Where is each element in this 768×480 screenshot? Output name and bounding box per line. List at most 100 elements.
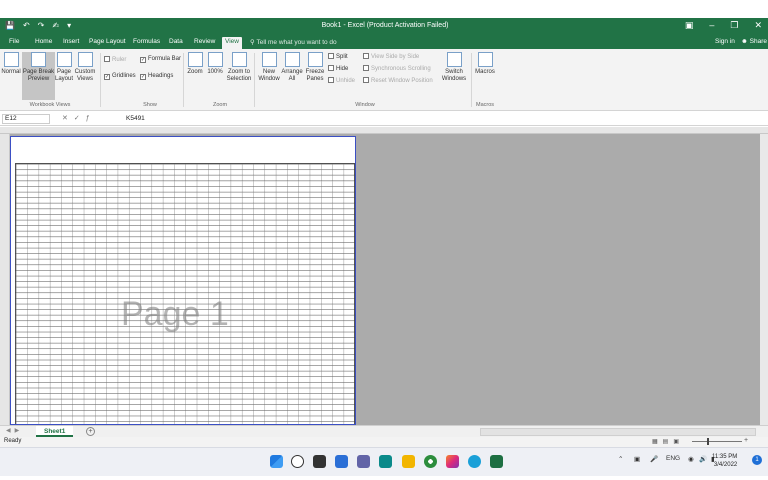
cancel-icon[interactable]: ✕ xyxy=(62,115,74,122)
add-sheet-icon[interactable]: + xyxy=(86,427,95,436)
gridlines-checkbox[interactable]: ✓ Gridlines xyxy=(104,73,136,80)
task-view-icon[interactable] xyxy=(313,455,326,468)
ribbon-display-icon[interactable]: ▣ xyxy=(685,20,694,31)
window-controls: ▣ – ❐ ✕ xyxy=(685,20,762,31)
zoom-icon xyxy=(187,52,203,67)
unhide-button[interactable]: Unhide xyxy=(328,77,355,84)
headings-checkbox[interactable]: ✓ Headings xyxy=(140,73,173,80)
zoom-label: Zoom xyxy=(187,69,203,75)
zoom-to-selection-button[interactable]: Zoom to Selection xyxy=(226,52,252,83)
restore-icon[interactable]: ❐ xyxy=(730,20,738,31)
chrome-icon[interactable] xyxy=(424,455,437,468)
sign-in-link[interactable]: Sign in xyxy=(715,38,735,45)
custom-views-button[interactable]: Custom Views xyxy=(74,52,96,83)
instagram-icon[interactable] xyxy=(446,455,459,468)
normal-view-button[interactable]: Normal xyxy=(1,52,21,76)
zoom-100-button[interactable]: 100% xyxy=(206,52,224,76)
freeze-panes-icon xyxy=(307,52,323,67)
sheet-tab[interactable]: Sheet1 xyxy=(36,426,74,437)
page-break-icon xyxy=(31,52,46,67)
touch-icon[interactable]: ✍ xyxy=(52,21,59,30)
macros-button[interactable]: Macros xyxy=(474,52,496,76)
notification-badge[interactable]: 1 xyxy=(752,455,762,465)
group-separator xyxy=(100,53,101,107)
widgets-icon[interactable] xyxy=(335,455,348,468)
view-side-by-side-button[interactable]: View Side by Side xyxy=(363,53,419,60)
close-icon[interactable]: ✕ xyxy=(754,20,762,31)
page-layout-view-button[interactable]: Page Layout xyxy=(55,52,73,83)
group-workbook-views: Workbook Views xyxy=(29,102,71,108)
excel-taskbar-icon[interactable] xyxy=(490,455,503,468)
share-button[interactable]: ☻ Share xyxy=(741,38,767,45)
ruler-box xyxy=(104,56,110,62)
windows-start-icon[interactable] xyxy=(270,455,283,468)
hide-button[interactable]: Hide xyxy=(328,65,348,72)
reset-window-position-button[interactable]: Reset Window Position xyxy=(363,77,433,84)
search-icon[interactable] xyxy=(291,455,304,468)
wifi-icon[interactable]: ◉ xyxy=(688,455,694,463)
tab-insert[interactable]: Insert xyxy=(60,37,82,49)
group-separator xyxy=(254,53,255,107)
customize-icon[interactable]: ▾ xyxy=(67,21,71,30)
window-title: Book1 - Excel (Product Activation Failed… xyxy=(321,22,449,29)
edge-icon[interactable] xyxy=(468,455,481,468)
tab-page-layout[interactable]: Page Layout xyxy=(86,37,129,49)
redo-icon[interactable]: ↷ xyxy=(38,21,45,30)
formula-bar-checkbox[interactable]: ✓ Formula Bar xyxy=(140,56,181,63)
fx-icon[interactable]: ƒ xyxy=(86,115,96,122)
freeze-panes-button[interactable]: Freeze Panes xyxy=(304,52,326,83)
tab-formulas[interactable]: Formulas xyxy=(130,37,163,49)
printed-page[interactable]: ​ Page 1 xyxy=(10,136,356,425)
unhide-label: Unhide xyxy=(336,78,356,84)
worksheet-area[interactable]: ​ Page 1 xyxy=(0,127,768,425)
quick-access-toolbar: 💾 ↶ ↷ ✍ ▾ xyxy=(5,21,71,30)
page-break-preview-button[interactable]: Page Break Preview xyxy=(22,52,55,100)
sync-scroll-label: Synchronous Scrolling xyxy=(371,66,431,72)
tell-me-search[interactable]: ⚲ Tell me what you want to do xyxy=(250,38,337,46)
name-box[interactable]: E12 xyxy=(2,114,50,124)
split-icon xyxy=(328,53,334,59)
tab-view[interactable]: View xyxy=(222,37,242,49)
volume-icon[interactable]: 🔊 xyxy=(699,455,707,463)
vertical-scrollbar[interactable] xyxy=(760,134,768,425)
teams-chat-icon[interactable] xyxy=(357,455,370,468)
group-zoom: Zoom xyxy=(212,102,228,108)
tray-chevron-icon[interactable]: ⌃ xyxy=(618,455,623,463)
horizontal-scrollbar[interactable] xyxy=(480,428,756,436)
view-mode-buttons[interactable]: ▦▤▣ xyxy=(652,438,684,445)
sheet-nav-arrows[interactable]: ◀▶ xyxy=(6,427,23,434)
new-window-button[interactable]: New Window xyxy=(258,52,280,83)
zoom-slider-knob[interactable] xyxy=(707,438,709,445)
tab-data[interactable]: Data xyxy=(166,37,186,49)
custom-views-icon xyxy=(77,52,93,67)
zoom-100-icon xyxy=(207,52,223,67)
tab-home[interactable]: Home xyxy=(32,37,55,49)
tab-file[interactable]: File xyxy=(6,37,22,49)
freeze-panes-label: Freeze Panes xyxy=(305,69,325,82)
language-indicator[interactable]: ENG xyxy=(666,455,680,462)
arrange-all-button[interactable]: Arrange All xyxy=(281,52,303,83)
formula-input[interactable]: K5491 xyxy=(126,115,145,122)
taskbar-clock[interactable]: 11:35 PM 3/4/2022 xyxy=(712,453,737,469)
zoom-button[interactable]: Zoom xyxy=(186,52,204,76)
file-explorer-icon[interactable] xyxy=(402,455,415,468)
minimize-icon[interactable]: – xyxy=(709,20,714,31)
row-headers[interactable] xyxy=(0,134,10,425)
zoom-slider[interactable] xyxy=(692,441,742,442)
store-icon[interactable] xyxy=(379,455,392,468)
undo-icon[interactable]: ↶ xyxy=(23,21,30,30)
save-icon[interactable]: 💾 xyxy=(5,21,15,30)
tray-app-icon[interactable]: ▣ xyxy=(634,455,640,463)
split-button[interactable]: Split xyxy=(328,53,348,60)
tab-review[interactable]: Review xyxy=(191,37,218,49)
column-headers[interactable] xyxy=(0,127,768,134)
title-bar: 💾 ↶ ↷ ✍ ▾ Book1 - Excel (Product Activat… xyxy=(0,18,768,35)
ruler-checkbox[interactable]: Ruler xyxy=(104,56,126,63)
switch-windows-button[interactable]: Switch Windows xyxy=(440,52,468,83)
enter-icon[interactable]: ✓ xyxy=(74,115,86,122)
formula-bar: E12 ✕✓ƒ K5491 xyxy=(0,112,768,126)
microphone-icon[interactable]: 🎤 xyxy=(650,455,658,463)
hide-icon xyxy=(328,65,334,71)
synchronous-scrolling-button[interactable]: Synchronous Scrolling xyxy=(363,65,431,72)
zoom-in-icon[interactable]: + xyxy=(744,437,748,444)
